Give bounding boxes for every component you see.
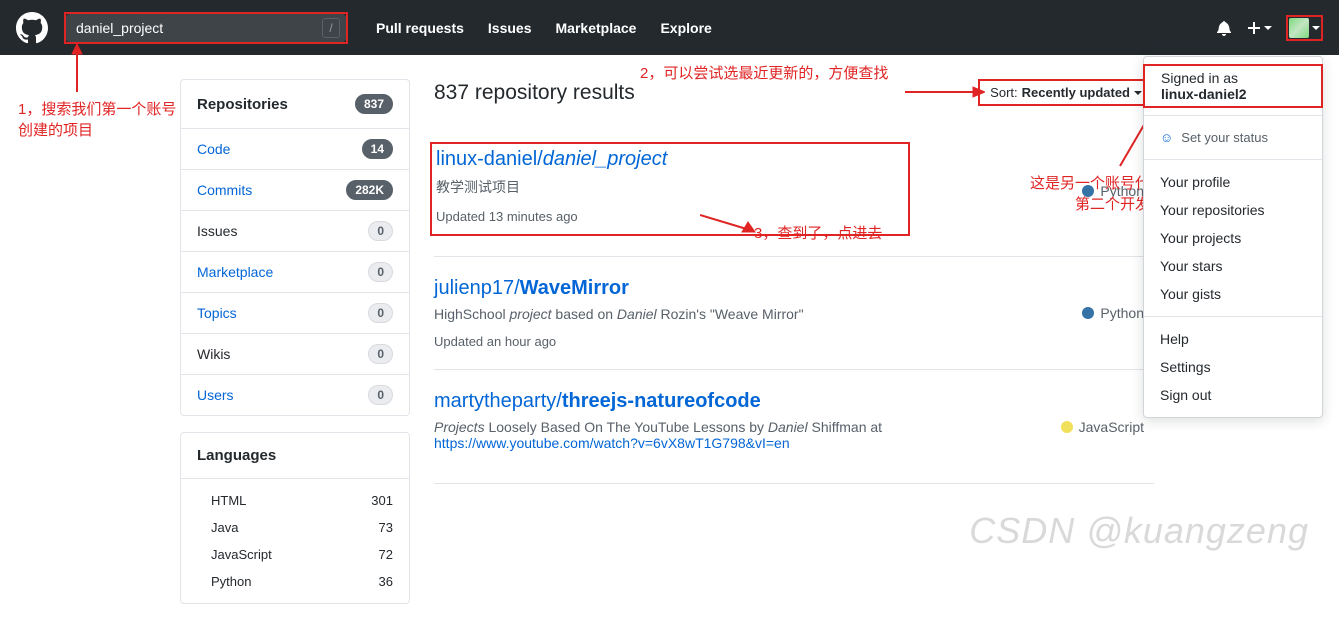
user-dropdown: Signed in as linux-daniel2 ☺ Set your st… [1143, 56, 1323, 418]
filter-users[interactable]: Users0 [181, 375, 409, 415]
avatar [1289, 18, 1309, 38]
search-input[interactable] [66, 14, 346, 42]
caret-down-icon [1134, 91, 1142, 95]
repo-description: Projects Loosely Based On The YouTube Le… [434, 419, 914, 451]
filter-commits[interactable]: Commits282K [181, 170, 409, 211]
language-filter[interactable]: JavaScript72 [181, 541, 409, 568]
smiley-icon: ☺ [1160, 130, 1173, 145]
filter-repositories[interactable]: Repositories 837 [181, 80, 409, 129]
filter-marketplace[interactable]: Marketplace0 [181, 252, 409, 293]
main-container: Repositories 837 Code14Commits282KIssues… [0, 55, 1339, 620]
filter-issues[interactable]: Issues0 [181, 211, 409, 252]
repo-link[interactable]: linux-daniel/daniel_project [436, 148, 667, 170]
plus-icon [1246, 20, 1262, 36]
set-status[interactable]: ☺ Set your status [1144, 124, 1322, 151]
filter-label: Repositories [197, 96, 288, 113]
nav-explore[interactable]: Explore [648, 20, 723, 36]
language-filter[interactable]: Python36 [181, 568, 409, 595]
repo-result: martytheparty/threejs-natureofcode Proje… [434, 370, 1154, 484]
search-box: / [64, 12, 348, 44]
repo-link[interactable]: martytheparty/threejs-natureofcode [434, 390, 761, 412]
filter-wikis[interactable]: Wikis0 [181, 334, 409, 375]
menu-item[interactable]: Your gists [1144, 280, 1322, 308]
menu-item[interactable]: Your repositories [1144, 196, 1322, 224]
menu-item[interactable]: Your stars [1144, 252, 1322, 280]
languages-panel: Languages HTML301Java73JavaScript72Pytho… [180, 432, 410, 604]
sort-label: Sort: [990, 85, 1017, 100]
current-user: linux-daniel2 [1161, 86, 1247, 102]
repo-result: julienp17/WaveMirror HighSchool project … [434, 257, 1154, 370]
repo-description: 教学测试项目 [436, 177, 892, 197]
sidebar: Repositories 837 Code14Commits282KIssues… [180, 79, 410, 620]
primary-nav: Pull requests Issues Marketplace Explore [364, 20, 724, 36]
results: 837 repository results Sort: Recently up… [434, 79, 1154, 620]
filter-count: 837 [355, 94, 393, 114]
menu-item[interactable]: Sign out [1144, 381, 1322, 409]
notifications-icon[interactable] [1216, 20, 1232, 36]
create-new-menu[interactable] [1246, 20, 1272, 36]
repo-result: linux-daniel/daniel_project 教学测试项目 Updat… [434, 126, 1154, 257]
signed-in-as: Signed in as linux-daniel2 [1143, 64, 1323, 108]
nav-pull-requests[interactable]: Pull requests [364, 20, 476, 36]
results-title: 837 repository results [434, 81, 635, 105]
repo-updated: Updated an hour ago [434, 334, 914, 349]
slash-hint: / [322, 18, 340, 38]
user-menu-trigger[interactable] [1286, 15, 1323, 41]
nav-marketplace[interactable]: Marketplace [544, 20, 649, 36]
menu-item[interactable]: Settings [1144, 353, 1322, 381]
sort-button[interactable]: Sort: Recently updated [978, 79, 1154, 106]
caret-down-icon [1312, 26, 1320, 30]
repo-list: linux-daniel/daniel_project 教学测试项目 Updat… [434, 126, 1154, 484]
repo-updated: Updated 13 minutes ago [436, 209, 892, 224]
language-filter[interactable]: Java73 [181, 514, 409, 541]
languages-header: Languages [181, 433, 409, 479]
filter-code[interactable]: Code14 [181, 129, 409, 170]
caret-down-icon [1264, 26, 1272, 30]
sort-value: Recently updated [1022, 85, 1130, 100]
menu-item[interactable]: Your profile [1144, 168, 1322, 196]
nav-issues[interactable]: Issues [476, 20, 544, 36]
repo-language: JavaScript [1061, 390, 1154, 463]
language-filter[interactable]: HTML301 [181, 487, 409, 514]
menu-item[interactable]: Help [1144, 325, 1322, 353]
filter-topics[interactable]: Topics0 [181, 293, 409, 334]
top-header: / Pull requests Issues Marketplace Explo… [0, 0, 1339, 55]
repo-link[interactable]: julienp17/WaveMirror [434, 277, 629, 299]
menu-item[interactable]: Your projects [1144, 224, 1322, 252]
filter-panel: Repositories 837 Code14Commits282KIssues… [180, 79, 410, 416]
repo-description: HighSchool project based on Daniel Rozin… [434, 306, 914, 322]
header-right [1216, 15, 1323, 41]
results-header: 837 repository results Sort: Recently up… [434, 79, 1154, 106]
github-logo-icon[interactable] [16, 12, 48, 44]
